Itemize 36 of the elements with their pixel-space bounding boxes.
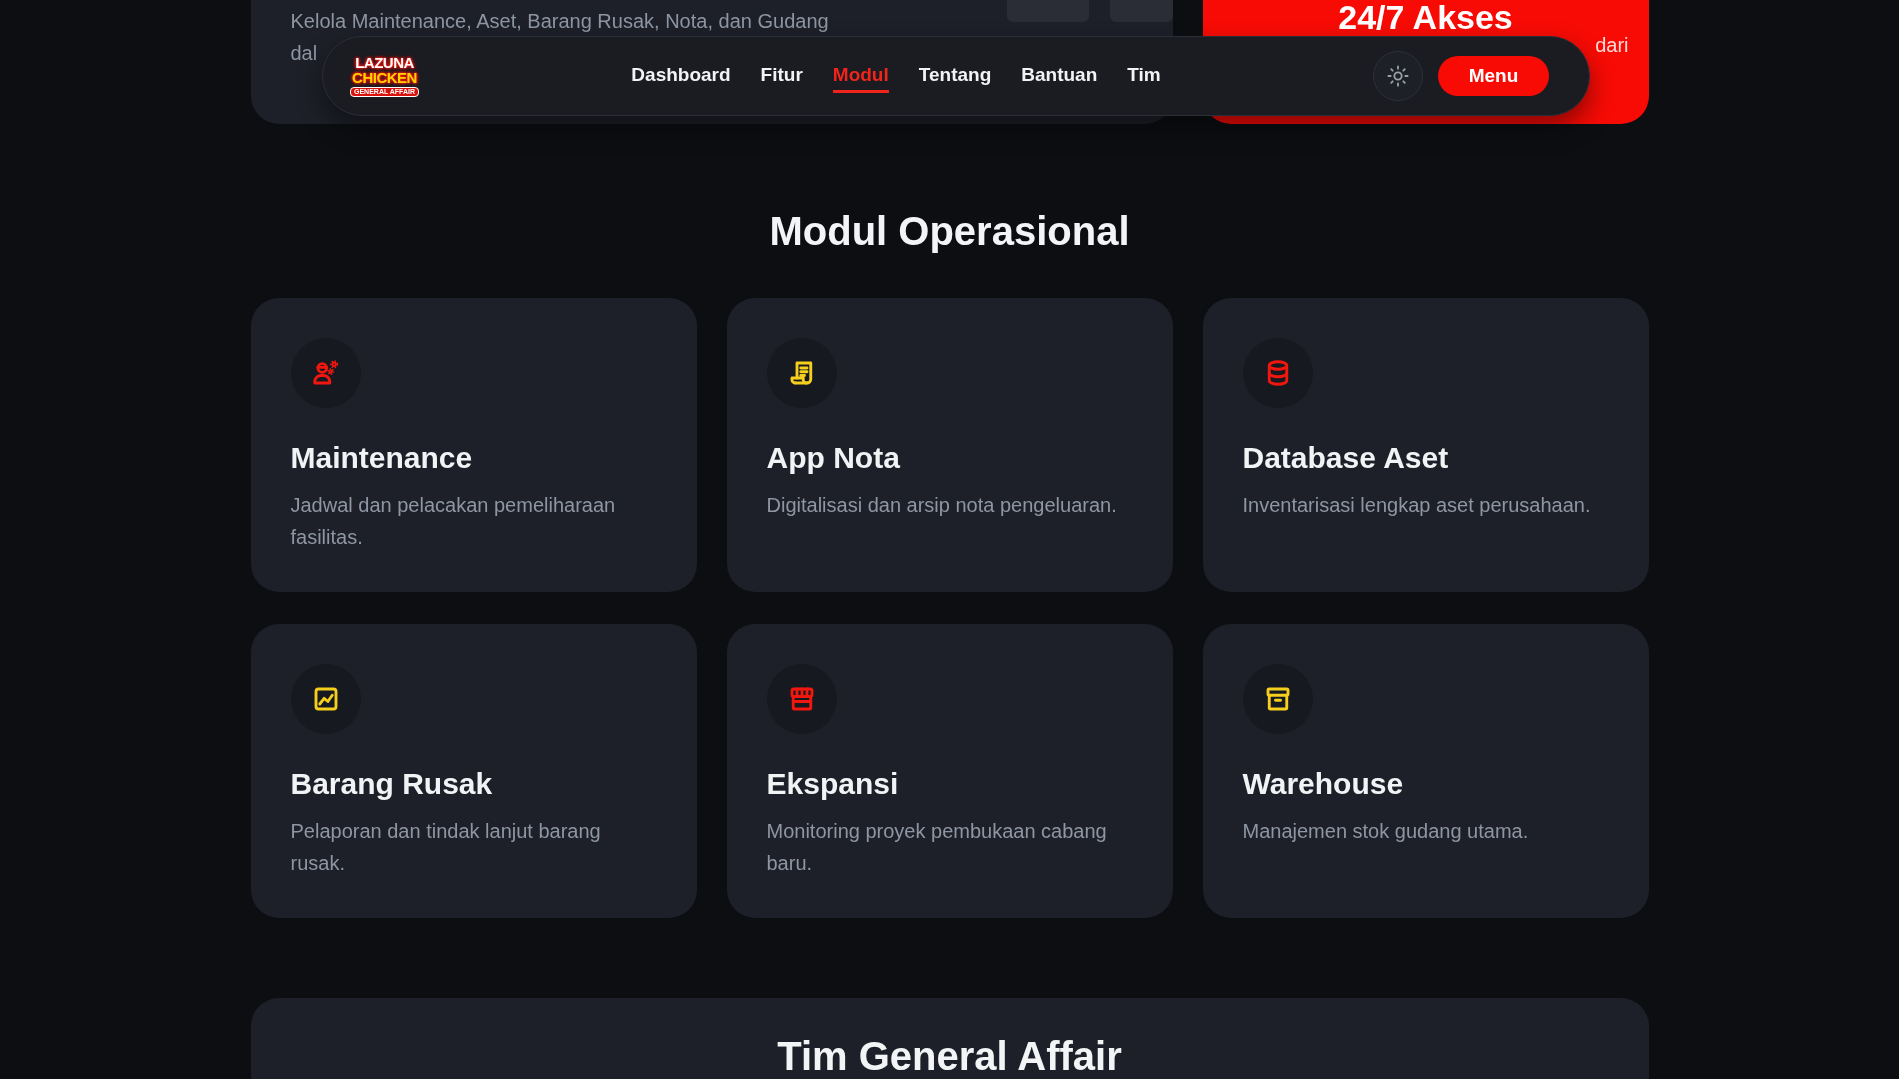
nav-link[interactable]: Dashboard [631, 59, 731, 93]
card-description: Pelaporan dan tindak lanjut barang rusak. [290, 819, 602, 876]
card-description: Digitalisasi dan arsip nota pengeluaran. [766, 493, 1118, 518]
card-description: Manajemen stok gudang utama. [1242, 819, 1530, 844]
module-card[interactable]: App Nota Digitalisasi dan arsip nota pengeluaran. [726, 298, 1173, 592]
panel-tile [1109, 0, 1173, 22]
description-text: dal [290, 41, 318, 66]
menu-button[interactable]: Menu [1438, 56, 1549, 96]
logo-wordmark[interactable]: LAZUNA [355, 55, 414, 70]
card-subtitle: dari [1595, 34, 1629, 56]
module-card[interactable]: Database Aset Inventarisasi lengkap aset perusahaan. [1202, 298, 1649, 592]
card-heading: 24/7 Akses [1337, 0, 1514, 34]
nav-link[interactable]: Tentang [918, 59, 992, 93]
nav-link[interactable]: Bantuan [1021, 59, 1098, 93]
nav-link[interactable]: Modul [832, 59, 889, 93]
module-card[interactable]: Maintenance Jadwal dan pelacakan pemeliharaan fasilitas. [250, 298, 697, 592]
card-title: Maintenance [290, 440, 474, 476]
card-description: Jadwal dan pelacakan pemeliharaan fasilitas. [290, 493, 617, 550]
description-text: Kelola Maintenance, Aset, Barang Rusak, Nota, dan Gudang [290, 9, 829, 34]
module-card[interactable]: Warehouse Manajemen stok gudang utama. [1202, 624, 1649, 918]
card-title: Database Aset [1242, 440, 1450, 476]
section-heading: Tim General Affair [776, 1036, 1123, 1076]
theme-toggle-button[interactable] [1373, 51, 1423, 101]
nav-link[interactable]: Fitur [760, 59, 803, 93]
nav-link[interactable]: Tim [1127, 59, 1161, 93]
section-heading: Modul Operasional [768, 208, 1131, 254]
module-card[interactable]: Barang Rusak Pelaporan dan tindak lanjut barang rusak. [250, 624, 697, 918]
card-title: Barang Rusak [290, 766, 494, 802]
card-title: App Nota [766, 440, 901, 476]
card-description: Monitoring proyek pembukaan cabang baru. [766, 819, 1108, 876]
sun-icon [1387, 65, 1409, 87]
logo-wordmark[interactable]: CHICKEN [352, 70, 417, 85]
card-title: Ekspansi [766, 766, 900, 802]
module-card[interactable]: Ekspansi Monitoring proyek pembukaan cabang baru. [726, 624, 1173, 918]
card-description: Inventarisasi lengkap aset perusahaan. [1242, 493, 1592, 518]
card-title: Warehouse [1242, 766, 1405, 802]
